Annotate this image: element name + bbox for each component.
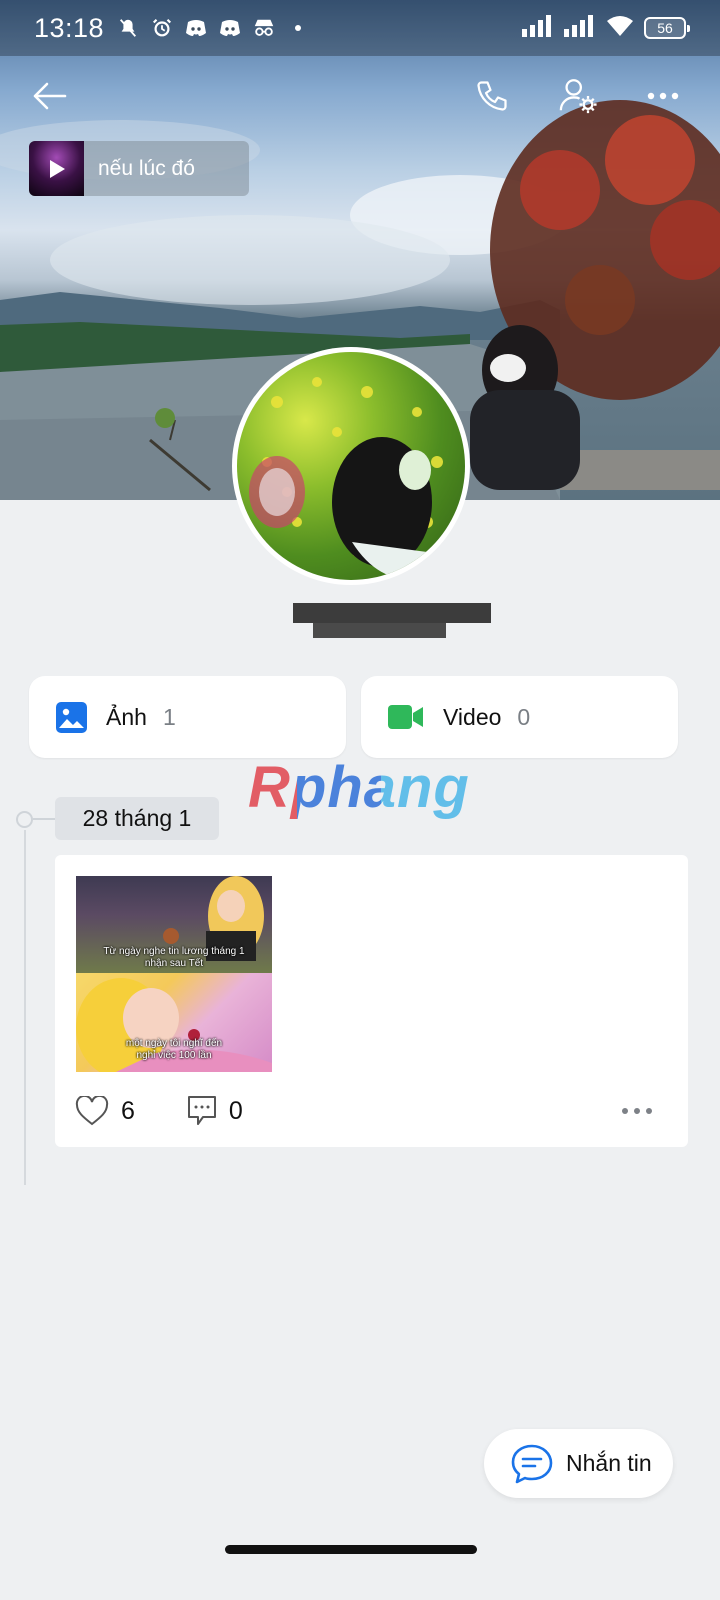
signal-icon xyxy=(522,13,554,44)
chat-bubble-icon xyxy=(511,1444,553,1483)
comment-button[interactable]: 0 xyxy=(187,1095,243,1127)
videos-count: 0 xyxy=(517,703,531,730)
like-count: 6 xyxy=(121,1096,135,1125)
post-photo[interactable]: Từ ngày nghe tin lương tháng 1 nhận sau … xyxy=(76,876,272,1072)
home-indicator[interactable] xyxy=(225,1545,477,1554)
post-more-button[interactable] xyxy=(621,1102,653,1120)
notification-icons xyxy=(116,16,310,40)
back-button[interactable] xyxy=(24,70,76,122)
avatar[interactable] xyxy=(232,347,470,585)
timeline-line xyxy=(24,830,26,1185)
wifi-icon xyxy=(606,13,634,44)
heart-icon xyxy=(75,1096,109,1126)
post-actions: 6 0 xyxy=(75,1093,675,1129)
videos-label: Video xyxy=(443,703,502,730)
like-button[interactable]: 6 xyxy=(75,1096,135,1126)
music-title: nếu lúc đó xyxy=(98,156,195,180)
incognito-icon xyxy=(252,16,276,40)
message-button[interactable]: Nhắn tin xyxy=(484,1429,673,1498)
user-settings-icon xyxy=(559,79,597,114)
photos-count: 1 xyxy=(162,703,176,730)
discord-icon xyxy=(184,16,208,40)
profile-name-redacted-2 xyxy=(313,623,446,638)
signal-icon xyxy=(564,13,596,44)
discord-icon xyxy=(218,16,242,40)
meme-caption-bottom: một ngày tôi nghĩ đến nghỉ việc 100 lần xyxy=(125,1038,223,1061)
call-button[interactable] xyxy=(466,70,518,122)
comment-count: 0 xyxy=(228,1096,243,1125)
arrow-left-icon xyxy=(33,82,67,110)
watermark-logo: Rphang xyxy=(248,755,470,820)
more-options-button[interactable] xyxy=(637,70,689,122)
battery-level: 56 xyxy=(657,20,673,36)
timeline-date: 28 tháng 1 xyxy=(55,797,219,840)
photos-button[interactable]: Ảnh 1 xyxy=(29,676,346,758)
avatar-image xyxy=(237,352,465,580)
profile-name-redacted xyxy=(293,603,491,623)
more-horizontal-icon xyxy=(622,1108,652,1114)
timeline-connector xyxy=(33,818,55,820)
photos-label: Ảnh xyxy=(106,703,147,730)
profile-music[interactable]: nếu lúc đó xyxy=(29,141,249,196)
timeline-post: Từ ngày nghe tin lương tháng 1 nhận sau … xyxy=(55,855,688,1147)
status-time: 13:18 xyxy=(34,12,105,43)
play-icon xyxy=(49,159,65,178)
battery-icon: 56 xyxy=(644,17,690,39)
image-icon xyxy=(56,701,87,733)
status-bar: 13:18 56 xyxy=(0,0,720,56)
top-navigation xyxy=(0,70,720,130)
timeline-dot xyxy=(16,811,33,828)
mute-bell-icon xyxy=(116,16,140,40)
alarm-icon xyxy=(150,16,174,40)
phone-icon xyxy=(477,81,507,111)
comment-icon xyxy=(187,1096,216,1125)
dot-icon xyxy=(286,16,310,40)
status-right: 56 xyxy=(522,13,690,44)
music-thumbnail xyxy=(29,141,84,196)
profile-settings-button[interactable] xyxy=(552,70,604,122)
more-horizontal-icon xyxy=(647,92,679,100)
videos-button[interactable]: Video 0 xyxy=(361,676,678,758)
message-label: Nhắn tin xyxy=(566,1450,652,1476)
meme-caption-top: Từ ngày nghe tin lương tháng 1 nhận sau … xyxy=(103,946,245,969)
video-camera-icon xyxy=(388,705,423,729)
